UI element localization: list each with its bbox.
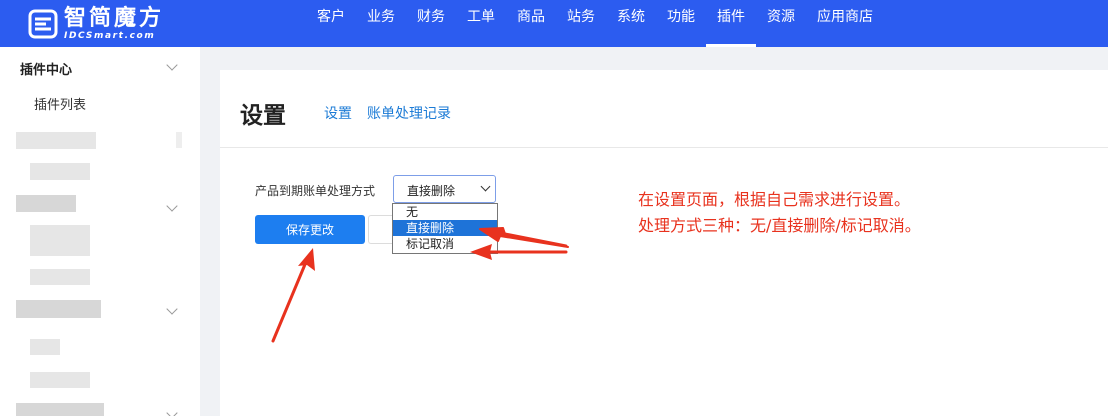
select-value: 直接删除 <box>407 184 456 198</box>
top-header: 智简魔方 IDCSmart.com 客户 业务 财务 工单 商品 站务 系统 功… <box>0 0 1108 47</box>
nav-item-features[interactable]: 功能 <box>656 0 706 47</box>
brand-tagline: IDCSmart.com <box>64 31 156 41</box>
brand-logo[interactable]: 智简魔方 IDCSmart.com <box>28 6 164 42</box>
sidebar: 插件中心 插件列表 <box>0 47 200 416</box>
nav-item-system[interactable]: 系统 <box>606 0 656 47</box>
expiry-handling-select[interactable]: 直接删除 <box>393 175 496 203</box>
blurred-sidebar-group <box>16 300 101 318</box>
expiry-handling-label: 产品到期账单处理方式 <box>255 184 376 198</box>
blurred-sidebar-item <box>176 132 182 148</box>
chevron-down-icon <box>166 407 178 416</box>
nav-item-app-store[interactable]: 应用商店 <box>806 0 884 47</box>
page-title: 设置 <box>240 103 286 129</box>
main-nav: 客户 业务 财务 工单 商品 站务 系统 功能 插件 资源 应用商店 <box>306 0 884 47</box>
blurred-sidebar-item <box>16 132 96 149</box>
nav-item-customers[interactable]: 客户 <box>306 0 356 47</box>
save-button[interactable]: 保存更改 <box>255 215 365 244</box>
annotation-line-2: 处理方式三种：无/直接删除/标记取消。 <box>638 216 921 235</box>
blurred-sidebar-group <box>16 195 76 212</box>
sidebar-group-plugin-center[interactable]: 插件中心 <box>0 47 200 87</box>
logo-icon <box>28 9 58 39</box>
sidebar-item-plugin-list[interactable]: 插件列表 <box>34 94 86 113</box>
blurred-sidebar-group <box>16 403 104 416</box>
option-none[interactable]: 无 <box>393 204 497 220</box>
secondary-button[interactable] <box>368 215 394 244</box>
annotation-line-1: 在设置页面，根据自己需求进行设置。 <box>638 190 911 209</box>
chevron-down-icon <box>480 181 491 192</box>
chevron-down-icon <box>166 59 178 71</box>
tab-billing-records[interactable]: 账单处理记录 <box>367 103 451 123</box>
option-mark-cancelled[interactable]: 标记取消 <box>393 236 497 252</box>
blurred-sidebar-item <box>30 269 90 285</box>
nav-item-finance[interactable]: 财务 <box>406 0 456 47</box>
nav-item-plugins[interactable]: 插件 <box>706 0 756 47</box>
divider <box>220 147 1108 148</box>
nav-item-site[interactable]: 站务 <box>556 0 606 47</box>
chevron-down-icon <box>166 303 178 315</box>
nav-item-tickets[interactable]: 工单 <box>456 0 506 47</box>
chevron-down-icon <box>166 200 178 212</box>
blurred-sidebar-item <box>30 242 90 256</box>
blurred-sidebar-item <box>30 225 90 242</box>
select-dropdown: 无 直接删除 标记取消 <box>392 203 498 254</box>
tab-settings[interactable]: 设置 <box>324 103 352 123</box>
nav-item-resources[interactable]: 资源 <box>756 0 806 47</box>
blurred-sidebar-item <box>30 339 60 355</box>
sidebar-group-label: 插件中心 <box>20 63 73 78</box>
option-delete-directly[interactable]: 直接删除 <box>393 220 497 236</box>
nav-item-business[interactable]: 业务 <box>356 0 406 47</box>
nav-item-products[interactable]: 商品 <box>506 0 556 47</box>
main-content: 设置 设置 账单处理记录 产品到期账单处理方式 直接删除 保存更改 无 直接删除… <box>220 70 1108 416</box>
blurred-sidebar-item <box>30 163 90 180</box>
blurred-sidebar-item <box>30 372 90 388</box>
brand-name: 智简魔方 <box>64 6 165 31</box>
